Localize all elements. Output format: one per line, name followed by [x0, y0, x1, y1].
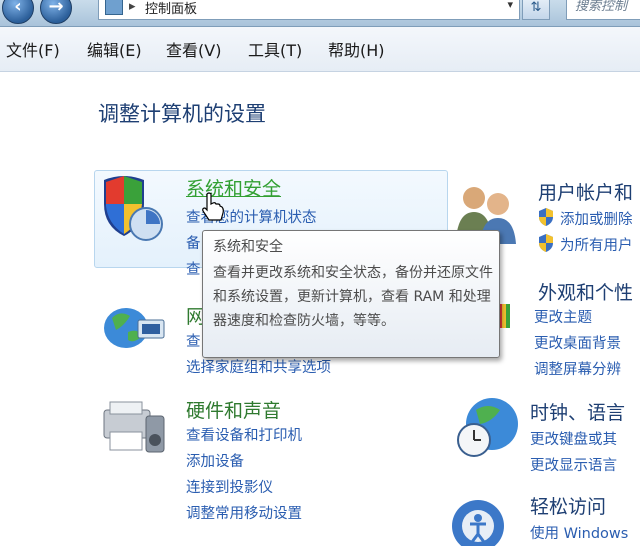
tooltip-body: 查看并更改系统和安全状态，备份并还原文件和系统设置，更新计算机，查看 RAM 和…	[213, 265, 493, 329]
control-panel-icon	[105, 0, 123, 15]
printer-speaker-icon	[103, 401, 165, 453]
uac-shield-icon	[539, 234, 553, 252]
forward-button[interactable]: →	[40, 0, 72, 24]
category-title-hardware-sound[interactable]: 硬件和声音	[186, 396, 281, 423]
menu-view[interactable]: 查看(V)	[166, 37, 221, 61]
breadcrumb-control-panel[interactable]: 控制面板	[145, 0, 197, 17]
ease-of-access-icon	[452, 500, 504, 546]
link-connect-projector[interactable]: 连接到投影仪	[186, 476, 273, 497]
menu-edit[interactable]: 编辑(E)	[87, 37, 142, 61]
link-add-remove-accounts[interactable]: 添加或删除	[560, 208, 633, 229]
address-bar-area: ‹ → ▸ 控制面板 ▾ ⇅ 搜索控制	[0, 0, 640, 27]
link-keyboard-input[interactable]: 更改键盘或其	[530, 428, 617, 449]
breadcrumb-separator: ▸	[129, 0, 136, 14]
address-field[interactable]: ▸ 控制面板 ▾	[98, 0, 520, 20]
link-backup[interactable]: 备	[186, 232, 201, 253]
shield-icon	[104, 176, 163, 241]
link-devices-printers[interactable]: 查看设备和打印机	[186, 424, 302, 445]
chevron-down-icon[interactable]: ▾	[507, 0, 513, 11]
link-mobility-settings[interactable]: 调整常用移动设置	[186, 502, 302, 523]
menu-tools[interactable]: 工具(T)	[248, 37, 302, 61]
link-all-users[interactable]: 为所有用户	[560, 234, 633, 255]
category-title-user-accounts[interactable]: 用户帐户和	[538, 178, 633, 205]
link-screen-resolution[interactable]: 调整屏幕分辨	[534, 358, 621, 379]
refresh-icon: ⇅	[530, 0, 542, 15]
category-title-clock-language[interactable]: 时钟、语言	[530, 398, 625, 425]
menu-bar: 文件(F) 编辑(E) 查看(V) 工具(T) 帮助(H)	[0, 27, 640, 72]
clock-globe-icon	[457, 398, 518, 457]
back-button[interactable]: ‹	[2, 0, 34, 24]
menu-file[interactable]: 文件(F)	[6, 37, 60, 61]
tooltip: 系统和安全 查看并更改系统和安全状态，备份并还原文件和系统设置，更新计算机，查看…	[202, 230, 500, 358]
network-globe-icon	[104, 308, 165, 348]
link-display-language[interactable]: 更改显示语言	[530, 454, 617, 475]
link-windows-suggestions[interactable]: 使用 Windows	[530, 522, 628, 543]
link-homegroup-sharing[interactable]: 选择家庭组和共享选项	[186, 356, 331, 377]
tooltip-title: 系统和安全	[213, 239, 283, 255]
refresh-button[interactable]: ⇅	[522, 0, 550, 20]
link-change-theme[interactable]: 更改主题	[534, 306, 592, 327]
link-add-device[interactable]: 添加设备	[186, 450, 244, 471]
link-system-security-3[interactable]: 查	[186, 258, 201, 279]
search-input[interactable]: 搜索控制	[566, 0, 640, 20]
page-title: 调整计算机的设置	[98, 102, 266, 126]
hand-cursor-icon	[202, 192, 224, 221]
link-desktop-background[interactable]: 更改桌面背景	[534, 332, 621, 353]
category-title-ease-of-access[interactable]: 轻松访问	[530, 492, 606, 519]
menu-help[interactable]: 帮助(H)	[328, 37, 385, 61]
category-title-appearance[interactable]: 外观和个性	[538, 278, 633, 305]
link-network-1[interactable]: 查	[186, 330, 201, 351]
uac-shield-icon	[539, 208, 553, 226]
